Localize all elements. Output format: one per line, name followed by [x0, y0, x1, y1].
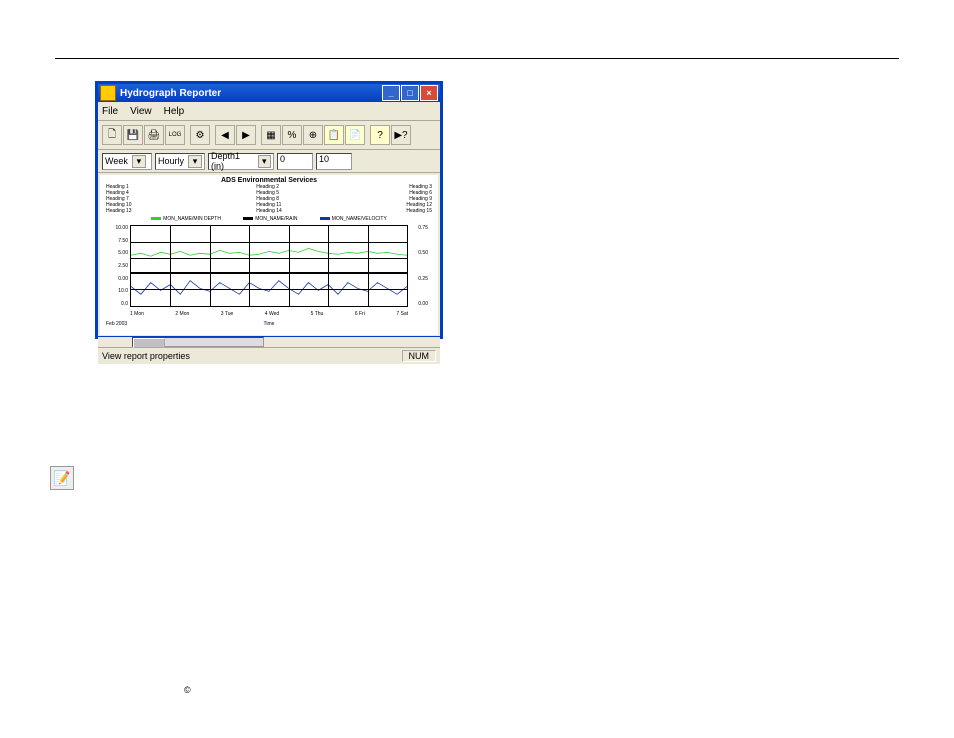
toolbar: 🗋 💾 🖨 LOG ⚙ ◀ ▶ ▦ % ⊕ 📋 📄 ? ▶? — [98, 121, 440, 150]
menu-bar: File View Help — [98, 102, 440, 121]
separator — [186, 126, 189, 144]
chart-headings: Heading 1 Heading 4 Heading 7 Heading 10… — [100, 184, 438, 214]
scroll-thumb[interactable] — [133, 338, 165, 348]
note-icon[interactable]: 📄 — [345, 125, 365, 145]
copyright-symbol: © — [184, 685, 191, 695]
maximize-button[interactable]: □ — [401, 85, 419, 101]
min-input[interactable]: 0 — [277, 153, 313, 170]
series-depth — [131, 248, 407, 256]
copy-icon[interactable]: 📋 — [324, 125, 344, 145]
next-icon[interactable]: ▶ — [236, 125, 256, 145]
status-num: NUM — [402, 350, 437, 362]
window-title: Hydrograph Reporter — [120, 88, 382, 99]
scroll-area — [98, 337, 440, 347]
new-icon[interactable]: 🗋 — [102, 125, 122, 145]
prev-icon[interactable]: ◀ — [215, 125, 235, 145]
chart-plot — [130, 225, 408, 307]
separator — [366, 126, 369, 144]
chart-title: ADS Environmental Services — [100, 175, 438, 184]
menu-file[interactable]: File — [102, 106, 118, 117]
properties-icon[interactable]: ⚙ — [190, 125, 210, 145]
span-value: Week — [105, 156, 128, 166]
entity-value: Depth1 (in) — [211, 151, 254, 171]
app-window: Hydrograph Reporter _ □ × File View Help… — [96, 82, 442, 338]
max-input[interactable]: 10 — [316, 153, 352, 170]
interval-value: Hourly — [158, 156, 184, 166]
document-note-icon: 📝 — [50, 466, 74, 490]
chevron-down-icon: ▾ — [258, 155, 271, 168]
x-axis-label: Time — [100, 321, 438, 327]
close-button[interactable]: × — [420, 85, 438, 101]
chart-footer: Feb 2003 — [106, 321, 127, 327]
min-value: 0 — [280, 154, 285, 164]
print-icon[interactable]: 🖨 — [144, 125, 164, 145]
entity-combo[interactable]: Depth1 (in) ▾ — [208, 153, 274, 170]
series-velocity — [131, 281, 407, 295]
context-help-icon[interactable]: ▶? — [391, 125, 411, 145]
y-axis-left-ticks: 10.00 7.50 5.00 2.50 0.00 10.0 0.0 — [114, 225, 128, 307]
chevron-down-icon: ▾ — [132, 155, 146, 168]
x-axis-labels: 1 Mon 2 Mon 3 Tue 4 Wed 5 Thu 6 Fri 7 Sa… — [130, 311, 408, 317]
chevron-down-icon: ▾ — [188, 155, 202, 168]
max-value: 10 — [319, 154, 329, 164]
span-combo[interactable]: Week ▾ — [102, 153, 152, 170]
interval-combo[interactable]: Hourly ▾ — [155, 153, 205, 170]
percent-icon[interactable]: % — [282, 125, 302, 145]
chart-area: ADS Environmental Services Heading 1 Hea… — [100, 175, 438, 335]
separator — [211, 126, 214, 144]
horizontal-scrollbar[interactable] — [132, 337, 264, 347]
chart-legend: MON_NAME/MIN DEPTH MON_NAME/RAIN MON_NAM… — [100, 214, 438, 224]
minimize-button[interactable]: _ — [382, 85, 400, 101]
line-chart-svg — [131, 226, 407, 306]
y-axis-right-ticks: 0.75 0.50 0.25 0.00 — [418, 225, 428, 307]
save-icon[interactable]: 💾 — [123, 125, 143, 145]
log-icon[interactable]: LOG — [165, 125, 185, 145]
target-icon[interactable]: ⊕ — [303, 125, 323, 145]
status-text: View report properties — [102, 351, 402, 361]
separator — [257, 126, 260, 144]
menu-view[interactable]: View — [130, 106, 152, 117]
status-bar: View report properties NUM — [98, 347, 440, 364]
app-icon — [100, 85, 116, 101]
title-bar: Hydrograph Reporter _ □ × — [98, 84, 440, 102]
menu-help[interactable]: Help — [164, 106, 185, 117]
help-icon[interactable]: ? — [370, 125, 390, 145]
options-bar: Week ▾ Hourly ▾ Depth1 (in) ▾ 0 10 — [98, 150, 440, 173]
grid-icon[interactable]: ▦ — [261, 125, 281, 145]
horizontal-rule — [55, 58, 899, 59]
